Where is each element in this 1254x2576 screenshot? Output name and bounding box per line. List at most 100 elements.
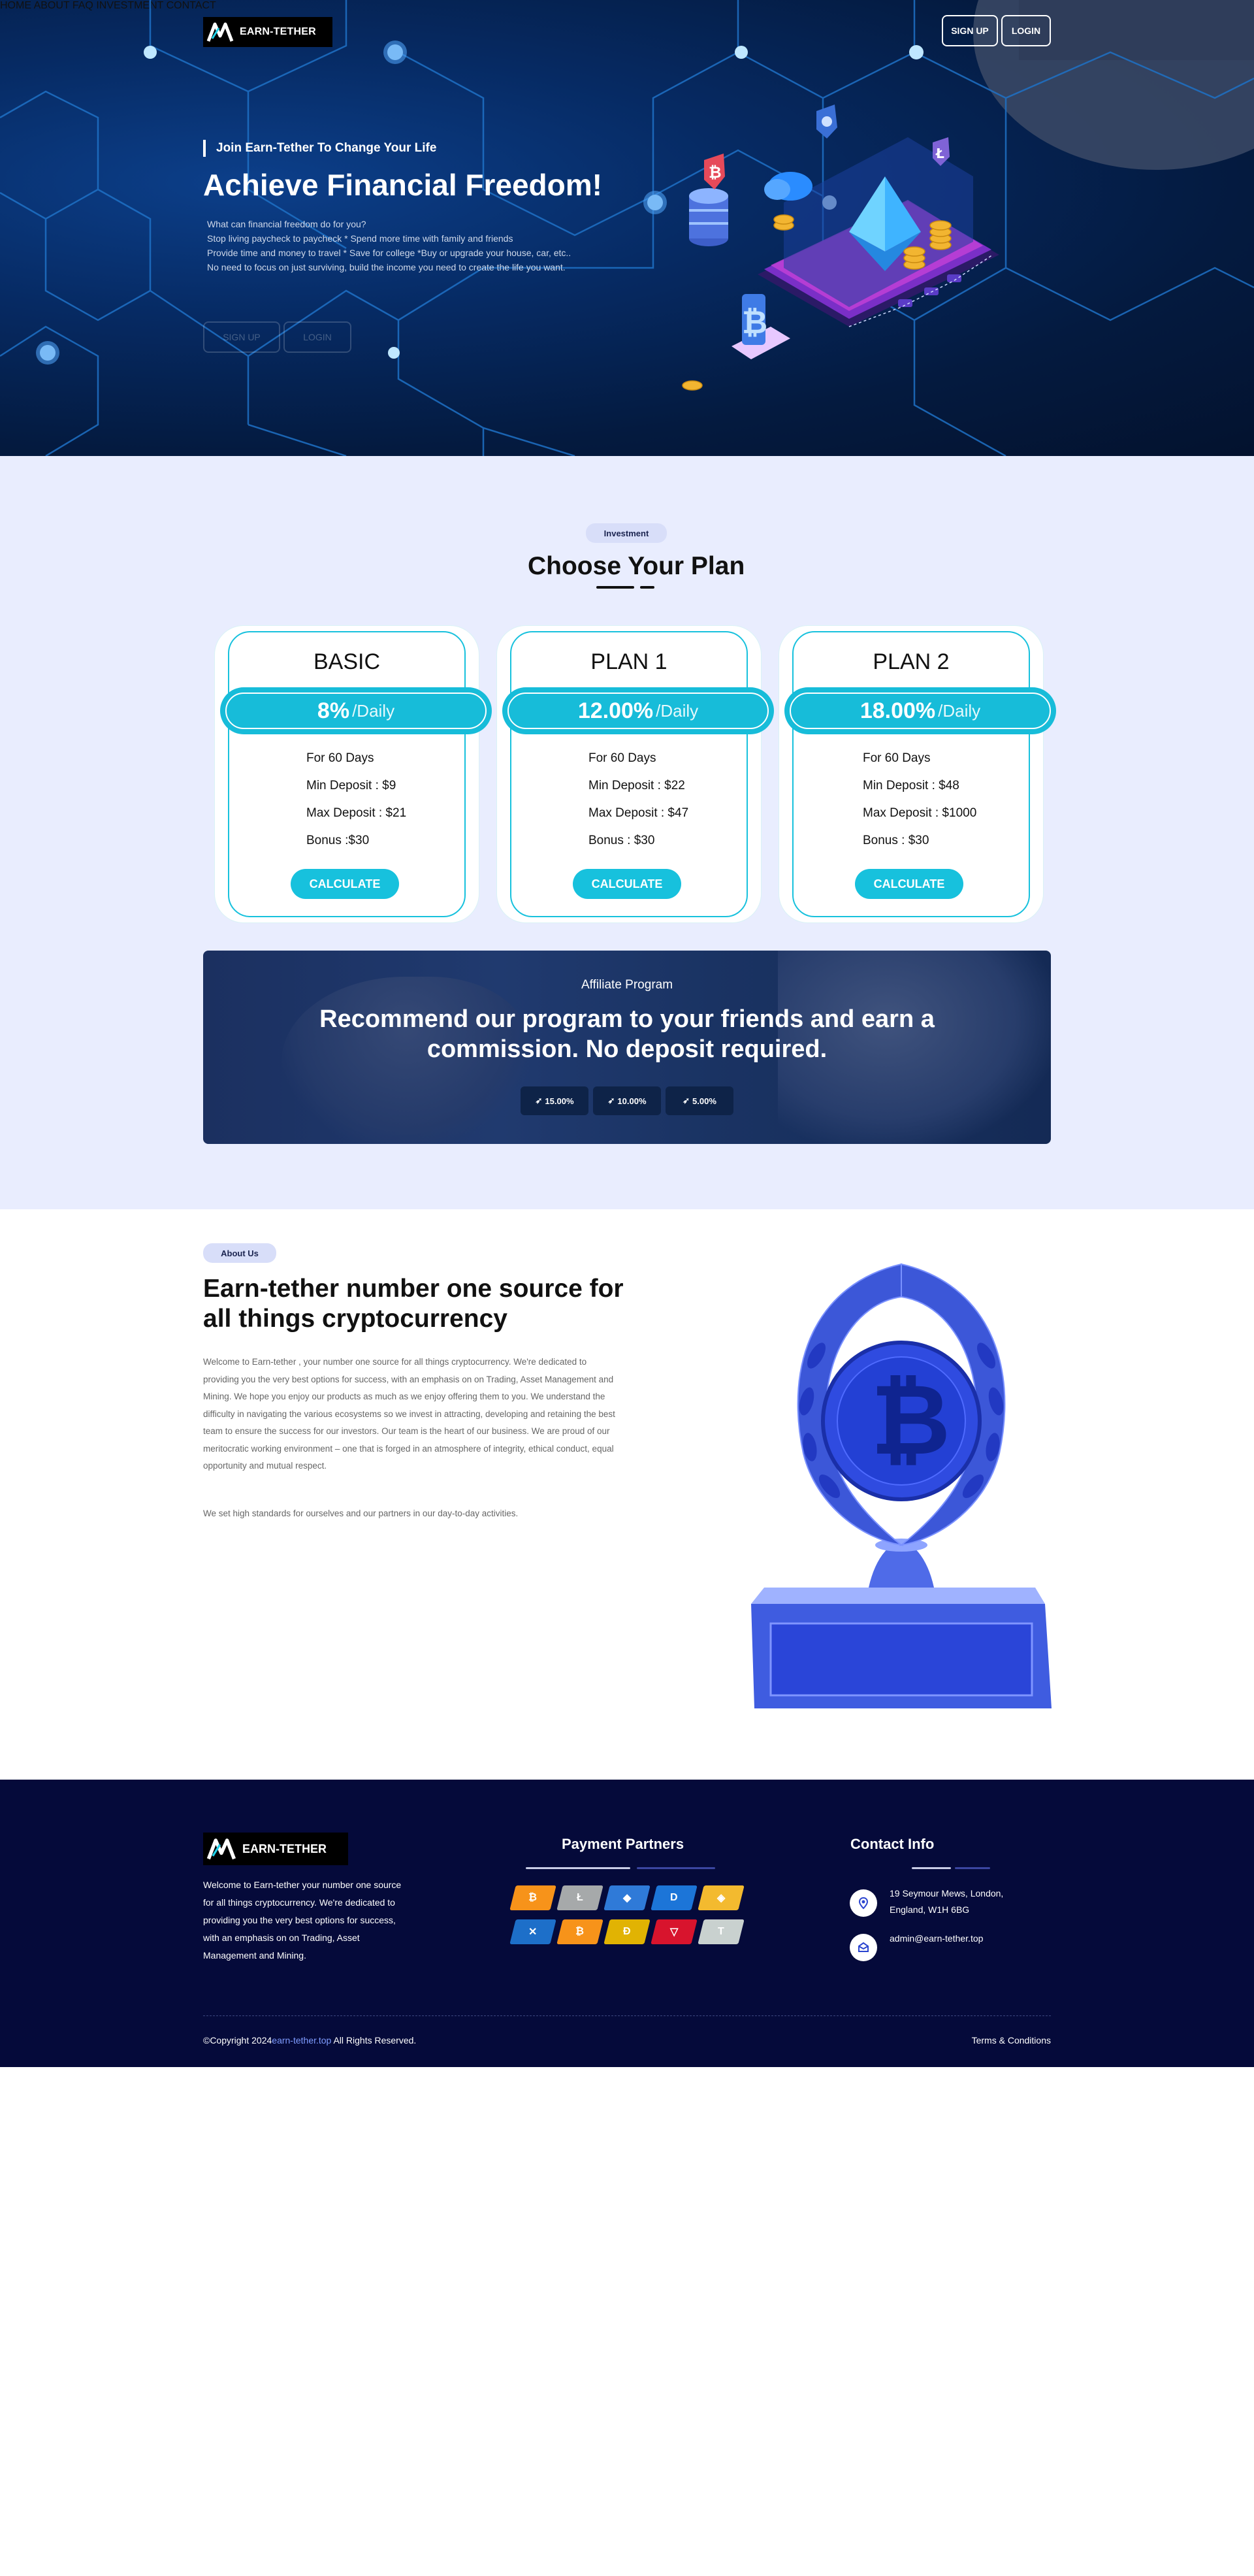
plan-rate: 12.00% bbox=[577, 698, 654, 723]
contact-address: 19 Seymour Mews, London, England, W1H 6B… bbox=[890, 1885, 1003, 1918]
investment-pill: Investment bbox=[586, 523, 667, 543]
affiliate-level-value: 15.00% bbox=[545, 1096, 574, 1106]
footer-brand-name: EARN-TETHER bbox=[242, 1842, 327, 1855]
address-line: 19 Seymour Mews, London, bbox=[890, 1888, 1004, 1899]
plan-min-deposit: Min Deposit : $9 bbox=[306, 779, 396, 792]
payment-title-line bbox=[526, 1867, 630, 1869]
svg-text:₿: ₿ bbox=[871, 1363, 950, 1477]
brand-logo[interactable]: EARN-TETHER bbox=[203, 17, 332, 47]
dash-icon: D bbox=[651, 1885, 698, 1910]
send-icon: ➶ bbox=[607, 1096, 615, 1105]
plan-card-border: PLAN 1 12.00% /Daily For 60 Days Min Dep… bbox=[502, 631, 774, 917]
plan-card-plan2: PLAN 2 18.00% /Daily For 60 Days Min Dep… bbox=[784, 631, 1056, 917]
logo-mark-icon bbox=[206, 22, 234, 42]
about-title: Earn-tether number one source for all th… bbox=[203, 1275, 624, 1333]
copyright: ©Copyright 2024earn-tether.top All Right… bbox=[203, 2035, 416, 2046]
svg-text:₿: ₿ bbox=[709, 163, 722, 182]
send-icon: ➶ bbox=[535, 1096, 543, 1105]
plan-rate-bar: 12.00% /Daily bbox=[502, 687, 774, 734]
affiliate-level-value: 10.00% bbox=[617, 1096, 647, 1106]
hero-description: What can financial freedom do for you? S… bbox=[207, 217, 571, 274]
dogecoin-icon: Ð bbox=[603, 1919, 651, 1944]
nav-login-button[interactable]: LOGIN bbox=[1001, 15, 1051, 46]
plan-max-deposit: Max Deposit : $47 bbox=[588, 806, 689, 820]
plan-bonus: Bonus :$30 bbox=[306, 834, 370, 847]
hero-login-button[interactable]: LOGIN bbox=[283, 321, 351, 353]
hero-section: EARN-TETHER HOME ABOUT FAQ INVESTMENT CO… bbox=[0, 0, 1254, 456]
contact-email[interactable]: admin@earn-tether.top bbox=[890, 1931, 983, 1947]
contact-title-line-accent bbox=[955, 1867, 990, 1869]
plan-duration: For 60 Days bbox=[863, 751, 931, 765]
plan-max-deposit: Max Deposit : $1000 bbox=[863, 806, 977, 820]
plan-rate-inner: 18.00% /Daily bbox=[790, 693, 1051, 729]
affiliate-label: Affiliate Program bbox=[581, 978, 673, 992]
plan-rate: 8% bbox=[317, 698, 350, 723]
plan-period: /Daily bbox=[656, 700, 699, 721]
nav-signup-button[interactable]: SIGN UP bbox=[942, 15, 998, 46]
plan-card-border: BASIC 8% /Daily For 60 Days Min Deposit … bbox=[220, 631, 492, 917]
plan-period: /Daily bbox=[352, 700, 395, 721]
crypto-isometric-illustration: ₿ Ł ₿ bbox=[682, 105, 999, 391]
footer-description: Welcome to Earn-tether your number one s… bbox=[203, 1880, 402, 1961]
mail-icon bbox=[850, 1934, 877, 1961]
terms-link[interactable]: Terms & Conditions bbox=[972, 2035, 1051, 2046]
title-underline bbox=[596, 586, 634, 589]
copyright-suffix: All Rights Reserved. bbox=[331, 2035, 417, 2046]
hero-line: Stop living paycheck to paycheck * Spend… bbox=[207, 233, 513, 244]
plan-bonus: Bonus : $30 bbox=[863, 834, 929, 847]
bitcoin-cash-icon: ₿ bbox=[556, 1919, 603, 1944]
affiliate-level-value: 5.00% bbox=[692, 1096, 716, 1106]
plan-duration: For 60 Days bbox=[306, 751, 374, 765]
plan-bonus: Bonus : $30 bbox=[588, 834, 655, 847]
about-paragraph: Welcome to Earn-tether , your number one… bbox=[203, 1357, 615, 1471]
plan-name: PLAN 1 bbox=[590, 649, 667, 674]
plan-min-deposit: Min Deposit : $48 bbox=[863, 779, 959, 792]
plan-rate-bar: 8% /Daily bbox=[220, 687, 492, 734]
hero-subtitle: Join Earn-Tether To Change Your Life bbox=[203, 140, 436, 157]
payment-title-line-accent bbox=[637, 1867, 715, 1869]
affiliate-banner: Affiliate Program Recommend our program … bbox=[203, 951, 1051, 1144]
hero-line: What can financial freedom do for you? bbox=[207, 219, 366, 229]
hero-line: No need to focus on just surviving, buil… bbox=[207, 262, 566, 272]
contact-title-line bbox=[912, 1867, 951, 1869]
affiliate-level-3: ➶ 5.00% bbox=[666, 1086, 733, 1115]
hero-signup-button[interactable]: SIGN UP bbox=[203, 321, 280, 353]
hero-line: Provide time and money to travel * Save … bbox=[207, 248, 571, 258]
copyright-prefix: ©Copyright 2024 bbox=[203, 2035, 272, 2046]
tether-icon: T bbox=[698, 1919, 745, 1944]
footer-logo[interactable]: EARN-TETHER bbox=[203, 1833, 348, 1865]
plan-period: /Daily bbox=[938, 700, 981, 721]
affiliate-title-line: Recommend our program to your friends an… bbox=[319, 1005, 935, 1033]
ripple-icon: ✕ bbox=[509, 1919, 556, 1944]
litecoin-icon: Ł bbox=[556, 1885, 603, 1910]
plan-card-plan1: PLAN 1 12.00% /Daily For 60 Days Min Dep… bbox=[502, 631, 774, 917]
affiliate-level-2: ➶ 10.00% bbox=[593, 1086, 661, 1115]
affiliate-title-line: commission. No deposit required. bbox=[426, 1035, 828, 1063]
calculate-button[interactable]: CALCULATE bbox=[855, 869, 963, 899]
calculate-button[interactable]: CALCULATE bbox=[291, 869, 399, 899]
send-icon: ➶ bbox=[683, 1096, 690, 1105]
calculate-button[interactable]: CALCULATE bbox=[573, 869, 681, 899]
about-paragraph: We set high standards for ourselves and … bbox=[203, 1508, 519, 1518]
plan-rate-inner: 12.00% /Daily bbox=[507, 693, 769, 729]
hero-title: Achieve Financial Freedom! bbox=[203, 168, 602, 202]
footer-divider bbox=[203, 2015, 1051, 2016]
plan-min-deposit: Min Deposit : $22 bbox=[588, 779, 685, 792]
affiliate-title: Recommend our program to your friends an… bbox=[203, 1004, 1051, 1064]
plan-duration: For 60 Days bbox=[588, 751, 656, 765]
plan-card-basic: BASIC 8% /Daily For 60 Days Min Deposit … bbox=[220, 631, 492, 917]
about-pill: About Us bbox=[203, 1243, 276, 1263]
affiliate-level-1: ➶ 15.00% bbox=[521, 1086, 588, 1115]
address-line: England, W1H 6BG bbox=[890, 1904, 970, 1915]
copyright-link[interactable]: earn-tether.top bbox=[272, 2035, 331, 2046]
plan-rate-inner: 8% /Daily bbox=[225, 693, 487, 729]
contact-info-title: Contact Info bbox=[850, 1836, 935, 1852]
payment-partners-title: Payment Partners bbox=[562, 1836, 684, 1852]
svg-text:Ł: Ł bbox=[935, 146, 944, 161]
plan-rate: 18.00% bbox=[860, 698, 936, 723]
ethereum-icon: ◆ bbox=[603, 1885, 651, 1910]
plan-max-deposit: Max Deposit : $21 bbox=[306, 806, 407, 820]
plan-rate-bar: 18.00% /Daily bbox=[784, 687, 1056, 734]
bnb-icon: ◈ bbox=[698, 1885, 745, 1910]
location-pin-icon bbox=[850, 1889, 877, 1917]
